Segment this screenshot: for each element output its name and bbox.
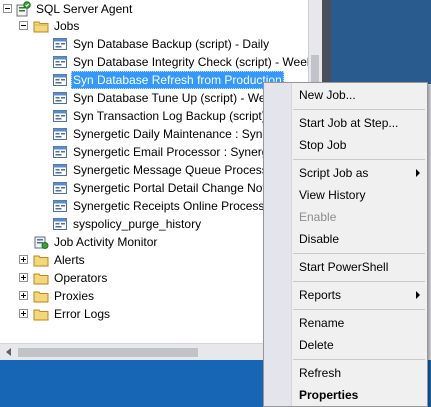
tree-node-job[interactable]: Synergetic Message Queue Processo bbox=[0, 161, 308, 179]
collapse-toggle-icon[interactable] bbox=[19, 21, 28, 30]
tree-node-job[interactable]: Syn Database Refresh from Production bbox=[0, 71, 308, 89]
menu-icon-gutter bbox=[264, 83, 292, 406]
job-icon bbox=[53, 146, 67, 158]
tree-node-job-activity-monitor[interactable]: Job Activity Monitor bbox=[0, 233, 308, 251]
object-explorer-tree: SQL Server Agent Jobs Syn Database Backu… bbox=[0, 0, 308, 360]
tree-node-job[interactable]: Syn Database Tune Up (script) - Wee bbox=[0, 89, 308, 107]
folder-icon bbox=[33, 273, 49, 285]
tree-node-label: Error Logs bbox=[54, 307, 111, 321]
menu-item-enable: Enable bbox=[299, 210, 337, 224]
tree-node-job[interactable]: Syn Transaction Log Backup (script) bbox=[0, 107, 308, 125]
horizontal-scrollbar-thumb[interactable] bbox=[18, 348, 198, 357]
expand-toggle-icon[interactable] bbox=[19, 273, 28, 282]
job-icon bbox=[53, 74, 67, 86]
tree-node-label: Job Activity Monitor bbox=[54, 235, 158, 249]
tree-node-job[interactable]: Synergetic Email Processor : Synerge bbox=[0, 143, 308, 161]
menu-separator bbox=[293, 109, 425, 110]
tree-node-job[interactable]: Synergetic Daily Maintenance : Syne bbox=[0, 125, 308, 143]
menu-item-script-job-as[interactable]: Script Job as bbox=[299, 164, 368, 182]
job-icon bbox=[53, 56, 67, 68]
menu-separator bbox=[293, 309, 425, 310]
tree-node-label: SQL Server Agent bbox=[36, 2, 133, 16]
tree-node-label: syspolicy_purge_history bbox=[73, 217, 202, 231]
job-icon bbox=[53, 92, 67, 104]
tree-node-label: Syn Database Refresh from Production bbox=[71, 71, 284, 89]
folder-icon bbox=[33, 291, 49, 303]
menu-item-disable[interactable]: Disable bbox=[299, 230, 339, 248]
menu-item-properties[interactable]: Properties bbox=[299, 386, 358, 404]
tree-node-alerts[interactable]: Alerts bbox=[0, 251, 308, 269]
tree-node-label: Synergetic Portal Detail Change Not bbox=[73, 181, 266, 195]
tree-node-jobs[interactable]: Jobs bbox=[0, 17, 308, 35]
scroll-left-icon[interactable] bbox=[6, 348, 11, 356]
folder-icon bbox=[33, 309, 49, 321]
tree-node-job[interactable]: Syn Database Integrity Check (script) - … bbox=[0, 53, 308, 71]
menu-item-start-job-at-step[interactable]: Start Job at Step... bbox=[299, 114, 398, 132]
tree-node-label: Jobs bbox=[54, 19, 80, 33]
background-panel bbox=[331, 0, 431, 84]
job-icon bbox=[53, 164, 67, 176]
menu-item-stop-job[interactable]: Stop Job bbox=[299, 136, 346, 154]
job-icon bbox=[53, 110, 67, 122]
expand-toggle-icon[interactable] bbox=[19, 255, 28, 264]
folder-open-icon bbox=[33, 21, 49, 33]
job-activity-monitor-icon bbox=[34, 236, 49, 249]
folder-icon bbox=[33, 255, 49, 267]
tree-node-label: Syn Database Tune Up (script) - Wee bbox=[73, 91, 273, 105]
collapse-toggle-icon[interactable] bbox=[3, 4, 12, 13]
tree-node-error-logs[interactable]: Error Logs bbox=[0, 305, 308, 323]
menu-separator bbox=[293, 281, 425, 282]
submenu-arrow-icon bbox=[416, 291, 420, 299]
menu-item-view-history[interactable]: View History bbox=[299, 186, 365, 204]
menu-item-start-powershell[interactable]: Start PowerShell bbox=[299, 258, 388, 276]
tree-node-label: Synergetic Receipts Online Processo bbox=[73, 199, 272, 213]
tree-node-job[interactable]: Syn Database Backup (script) - Daily bbox=[0, 35, 308, 53]
tree-node-label: Synergetic Email Processor : Synerge bbox=[73, 145, 276, 159]
job-icon bbox=[53, 218, 67, 230]
sql-server-agent-icon bbox=[16, 1, 31, 17]
menu-item-reports[interactable]: Reports bbox=[299, 286, 341, 304]
job-icon bbox=[53, 182, 67, 194]
tree-node-label: Syn Database Integrity Check (script) - … bbox=[73, 55, 308, 69]
tree-node-label: Synergetic Daily Maintenance : Syne bbox=[73, 127, 270, 141]
tree-node-job[interactable]: Synergetic Portal Detail Change Not bbox=[0, 179, 308, 197]
tree-node-job[interactable]: syspolicy_purge_history bbox=[0, 215, 308, 233]
menu-item-new-job[interactable]: New Job... bbox=[299, 86, 356, 104]
tree-node-label: Syn Database Backup (script) - Daily bbox=[73, 37, 270, 51]
tree-node-job[interactable]: Synergetic Receipts Online Processo bbox=[0, 197, 308, 215]
job-icon bbox=[53, 128, 67, 140]
tree-node-label: Alerts bbox=[54, 253, 85, 267]
job-icon bbox=[53, 200, 67, 212]
context-menu: New Job... Start Job at Step... Stop Job… bbox=[263, 82, 428, 407]
menu-item-delete[interactable]: Delete bbox=[299, 336, 334, 354]
tree-node-operators[interactable]: Operators bbox=[0, 269, 308, 287]
horizontal-scrollbar[interactable] bbox=[0, 343, 308, 361]
tree-node-label: Operators bbox=[54, 271, 108, 285]
menu-separator bbox=[293, 359, 425, 360]
tree-node-proxies[interactable]: Proxies bbox=[0, 287, 308, 305]
job-icon bbox=[53, 38, 67, 50]
tree-node-sql-server-agent[interactable]: SQL Server Agent bbox=[0, 0, 308, 18]
menu-item-refresh[interactable]: Refresh bbox=[299, 364, 341, 382]
expand-toggle-icon[interactable] bbox=[19, 291, 28, 300]
expand-toggle-icon[interactable] bbox=[19, 309, 28, 318]
menu-item-rename[interactable]: Rename bbox=[299, 314, 344, 332]
submenu-arrow-icon bbox=[416, 169, 420, 177]
menu-separator bbox=[293, 159, 425, 160]
tree-node-label: Synergetic Message Queue Processo bbox=[73, 163, 275, 177]
menu-separator bbox=[293, 253, 425, 254]
tree-node-label: Syn Transaction Log Backup (script) bbox=[73, 109, 266, 123]
tree-node-label: Proxies bbox=[54, 289, 95, 303]
